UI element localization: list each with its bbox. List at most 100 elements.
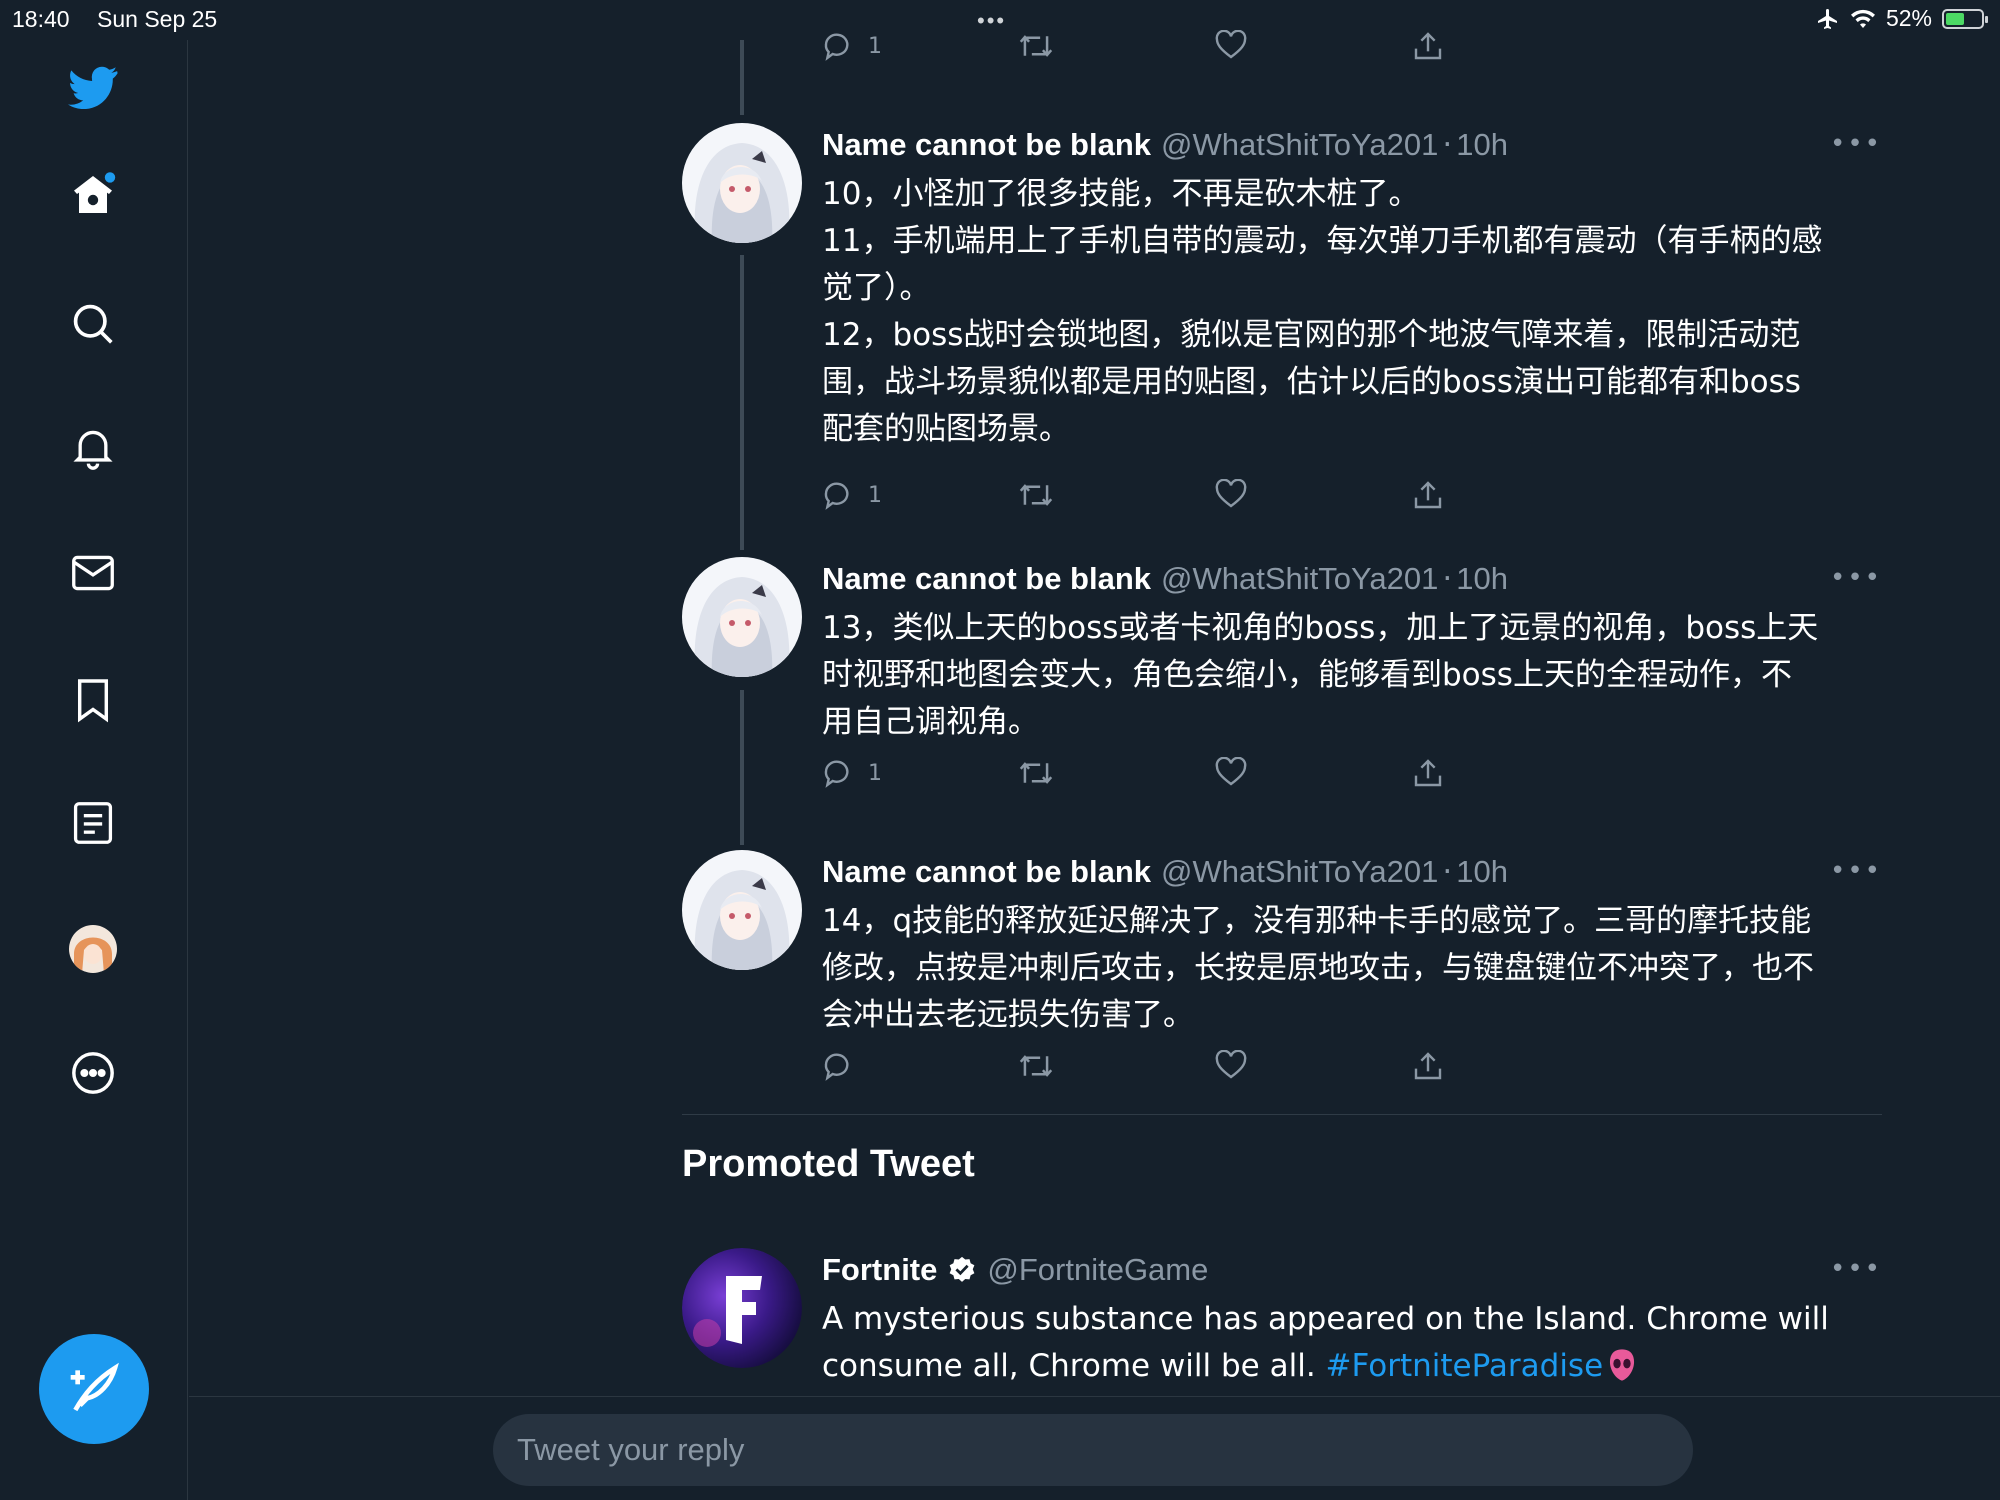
- bell-icon[interactable]: [68, 423, 118, 473]
- tweet-text-line: 觉了）。: [822, 270, 931, 306]
- tweet-text-line: 修改，点按是冲刺后攻击，长按是原地攻击，与键盘键位不冲突了，也不: [822, 950, 1814, 986]
- retweet-icon: [1019, 35, 1053, 57]
- alien-emoji-icon: [1610, 1349, 1635, 1381]
- author-name[interactable]: Name cannot be blank: [822, 127, 1151, 163]
- thread-connector: [740, 690, 744, 845]
- like-button[interactable]: [1215, 30, 1247, 60]
- tweet-time[interactable]: 10h: [1456, 127, 1508, 163]
- retweet-icon: [1019, 1055, 1053, 1077]
- tweet-text: 10，小怪加了很多技能，不再是砍木桩了。 11，手机端用上了手机自带的震动，每次弹…: [822, 171, 1882, 453]
- bookmark-icon[interactable]: [68, 675, 118, 725]
- twitter-logo-icon[interactable]: [68, 62, 118, 112]
- hashtag-link[interactable]: #FortniteParadise: [1326, 1348, 1604, 1384]
- author-handle[interactable]: @WhatShitToYa201: [1161, 127, 1438, 163]
- separator-dot: ·: [1442, 561, 1453, 597]
- reply-button[interactable]: [822, 1050, 868, 1082]
- reply-count: 1: [868, 482, 882, 508]
- tweet-actions: [822, 1050, 1522, 1090]
- reply-count: 1: [868, 760, 882, 786]
- separator-dot: ·: [1442, 127, 1453, 163]
- heart-icon: [1215, 479, 1247, 508]
- retweet-button[interactable]: [1018, 757, 1054, 789]
- compose-tweet-button[interactable]: [39, 1334, 149, 1444]
- share-button[interactable]: [1412, 757, 1444, 789]
- reply-count: 1: [868, 33, 882, 59]
- verified-badge-icon: [947, 1255, 977, 1285]
- tweet-text-line: 会冲出去老远损失伤害了。: [822, 997, 1194, 1033]
- tweet-text: A mysterious substance has appeared on t…: [822, 1296, 1882, 1390]
- search-icon[interactable]: [68, 299, 118, 349]
- retweet-button[interactable]: [1018, 479, 1054, 511]
- tweet-text-line: A mysterious substance has appeared on t…: [822, 1301, 1829, 1337]
- reply-bar: [189, 1396, 2000, 1500]
- thread-connector: [740, 40, 744, 115]
- tweet-text-line: 时视野和地图会变大，角色会缩小，能够看到boss上天的全程动作，不: [822, 657, 1792, 693]
- author-avatar[interactable]: [682, 557, 802, 677]
- tweet-actions: 1: [822, 30, 1522, 70]
- author-name[interactable]: Fortnite: [822, 1252, 937, 1288]
- reply-icon: [824, 33, 849, 61]
- share-icon: [1414, 1052, 1442, 1080]
- author-name[interactable]: Name cannot be blank: [822, 561, 1151, 597]
- like-button[interactable]: [1215, 1050, 1247, 1080]
- like-button[interactable]: [1215, 757, 1247, 787]
- reply-button[interactable]: 1: [822, 479, 882, 511]
- tweet-actions: 1: [822, 479, 1522, 519]
- tweet-text-line: 配套的贴图场景。: [822, 411, 1070, 447]
- tweet-text: 13，类似上天的boss或者卡视角的boss，加上了远景的视角，boss上天 时视…: [822, 605, 1882, 746]
- more-options-icon[interactable]: •••: [1830, 856, 1882, 886]
- author-name[interactable]: Name cannot be blank: [822, 854, 1151, 890]
- author-handle[interactable]: @FortniteGame: [987, 1252, 1208, 1288]
- more-options-icon[interactable]: •••: [1830, 129, 1882, 159]
- retweet-button[interactable]: [1018, 30, 1054, 62]
- separator-dot: ·: [1442, 854, 1453, 890]
- share-icon: [1414, 759, 1442, 787]
- more-circle-icon[interactable]: [68, 1048, 118, 1098]
- reply-input[interactable]: [493, 1414, 1693, 1486]
- reply-icon: [824, 1053, 849, 1081]
- tweet-time[interactable]: 10h: [1456, 854, 1508, 890]
- retweet-icon: [1019, 762, 1053, 784]
- share-icon: [1414, 32, 1442, 60]
- more-options-icon[interactable]: •••: [1830, 1254, 1882, 1284]
- author-avatar[interactable]: [682, 123, 802, 243]
- list-icon[interactable]: [68, 798, 118, 848]
- heart-icon: [1215, 1050, 1247, 1079]
- reply-icon: [824, 760, 849, 788]
- tweet-actions: 1: [822, 757, 1522, 797]
- reply-button[interactable]: 1: [822, 30, 882, 62]
- share-icon: [1414, 481, 1442, 509]
- retweet-icon: [1019, 484, 1053, 506]
- compose-icon: [70, 1362, 119, 1412]
- avatar[interactable]: [68, 924, 118, 974]
- tweet-text-line: 12，boss战时会锁地图，貌似是官网的那个地波气障来着，限制活动范: [822, 317, 1801, 353]
- tweet-text-line: 13，类似上天的boss或者卡视角的boss，加上了远景的视角，boss上天: [822, 610, 1819, 646]
- tweet-text-line: 围，战斗场景貌似都是用的贴图，估计以后的boss演出可能都有和boss: [822, 364, 1801, 400]
- tweet-text-line: 11，手机端用上了手机自带的震动，每次弹刀手机都有震动（有手柄的感: [822, 223, 1823, 259]
- author-avatar[interactable]: [682, 850, 802, 970]
- fortnite-avatar[interactable]: [682, 1248, 802, 1368]
- reply-icon: [824, 482, 849, 510]
- author-handle[interactable]: @WhatShitToYa201: [1161, 561, 1438, 597]
- share-button[interactable]: [1412, 479, 1444, 511]
- heart-icon: [1215, 757, 1247, 786]
- more-options-icon[interactable]: •••: [1830, 563, 1882, 593]
- home-icon[interactable]: [68, 170, 118, 220]
- thread-connector: [740, 255, 744, 550]
- mail-icon[interactable]: [68, 548, 118, 598]
- reply-button[interactable]: 1: [822, 757, 882, 789]
- share-button[interactable]: [1412, 1050, 1444, 1082]
- tweet-text-line: 14，q技能的释放延迟解决了，没有那种卡手的感觉了。三哥的摩托技能: [822, 903, 1812, 939]
- promoted-heading: Promoted Tweet: [682, 1143, 975, 1185]
- tweet-thread: 1 Name cannot be blank @WhatShitToYa201 …: [189, 0, 2000, 1500]
- tweet-time[interactable]: 10h: [1456, 561, 1508, 597]
- tweet-text-line: 用自己调视角。: [822, 704, 1039, 740]
- like-button[interactable]: [1215, 479, 1247, 509]
- retweet-button[interactable]: [1018, 1050, 1054, 1082]
- sidebar-nav: [0, 40, 188, 1500]
- status-time: 18:40: [12, 6, 70, 32]
- author-handle[interactable]: @WhatShitToYa201: [1161, 854, 1438, 890]
- divider: [682, 1114, 1882, 1115]
- tweet-text-line: consume all, Chrome will be all.: [822, 1348, 1326, 1384]
- share-button[interactable]: [1412, 30, 1444, 62]
